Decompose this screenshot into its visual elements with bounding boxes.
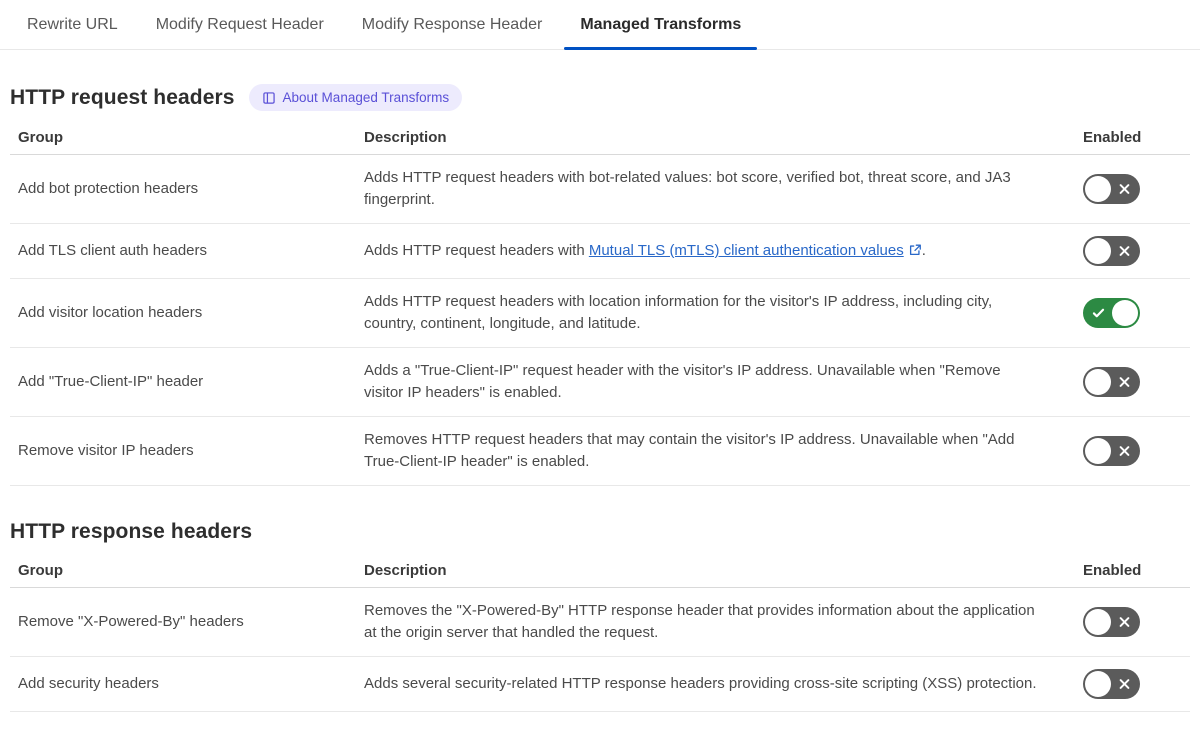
response-headers-table-body: Remove "X-Powered-By" headers Removes th…	[10, 588, 1190, 712]
column-header-group: Group	[18, 129, 63, 146]
book-icon	[262, 91, 275, 104]
group-cell: Add TLS client auth headers	[18, 242, 208, 259]
x-icon	[1119, 617, 1130, 627]
tab-bar: Rewrite URL Modify Request Header Modify R…	[0, 0, 1200, 50]
group-cell: Add visitor location headers	[18, 304, 203, 321]
toggle-knob	[1085, 238, 1111, 264]
table-row: Add security headers Adds several securi…	[10, 657, 1190, 712]
group-cell: Add bot protection headers	[18, 180, 199, 197]
request-headers-table: Group Description Enabled Add bot protec…	[10, 123, 1190, 486]
enabled-cell	[1083, 367, 1190, 397]
request-headers-table-body: Add bot protection headers Adds HTTP req…	[10, 155, 1190, 486]
toggle-add-bot-protection-headers[interactable]	[1083, 174, 1140, 204]
column-header-enabled: Enabled	[1083, 562, 1142, 579]
toggle-remove-visitor-ip-headers[interactable]	[1083, 436, 1140, 466]
table-row: Add bot protection headers Adds HTTP req…	[10, 155, 1190, 224]
column-header-description: Description	[364, 129, 447, 146]
table-row: Add visitor location headers Adds HTTP r…	[10, 279, 1190, 348]
x-icon	[1119, 377, 1130, 387]
description-cell: Adds a "True-Client-IP" request header w…	[364, 362, 1001, 401]
x-icon	[1119, 184, 1130, 194]
response-headers-section-head: HTTP response headers	[10, 520, 1190, 544]
enabled-cell	[1083, 298, 1190, 328]
x-icon	[1119, 246, 1130, 256]
x-icon	[1119, 446, 1130, 456]
toggle-knob	[1085, 176, 1111, 202]
check-icon	[1092, 308, 1105, 318]
toggle-remove-x-powered-by-headers[interactable]	[1083, 607, 1140, 637]
column-header-description: Description	[364, 562, 447, 579]
enabled-cell	[1083, 669, 1190, 699]
response-headers-title: HTTP response headers	[10, 520, 253, 543]
table-header-row: Group Description Enabled	[10, 123, 1190, 155]
about-managed-transforms-badge[interactable]: About Managed Transforms	[248, 84, 463, 111]
tab-rewrite-url[interactable]: Rewrite URL	[11, 0, 134, 49]
tab-managed-transforms[interactable]: Managed Transforms	[564, 0, 758, 50]
table-header-row: Group Description Enabled	[10, 556, 1190, 588]
request-headers-title: HTTP request headers	[10, 85, 235, 109]
toggle-knob	[1085, 438, 1111, 464]
enabled-cell	[1083, 174, 1190, 204]
group-cell: Add "True-Client-IP" header	[18, 373, 204, 390]
response-headers-table: Group Description Enabled Remove "X-Powe…	[10, 556, 1190, 712]
mutual-tls-mtls-client-authentication-values-link[interactable]: Mutual TLS (mTLS) client authentication …	[589, 242, 904, 259]
description-cell: Adds HTTP request headers with Mutual TL…	[364, 242, 926, 259]
toggle-knob	[1085, 609, 1111, 635]
table-row: Add TLS client auth headers Adds HTTP re…	[10, 224, 1190, 279]
toggle-knob	[1112, 300, 1138, 326]
request-headers-section-head: HTTP request headers About Managed Trans…	[10, 84, 1190, 111]
description-cell: Adds HTTP request headers with bot-relat…	[364, 169, 1011, 208]
table-row: Remove visitor IP headers Removes HTTP r…	[10, 417, 1190, 486]
external-link-icon	[909, 244, 921, 256]
description-cell: Adds several security-related HTTP respo…	[364, 675, 1037, 692]
column-header-enabled: Enabled	[1083, 129, 1142, 146]
badge-label: About Managed Transforms	[282, 90, 450, 105]
table-row: Add "True-Client-IP" header Adds a "True…	[10, 348, 1190, 417]
column-header-group: Group	[18, 562, 63, 579]
group-cell: Remove "X-Powered-By" headers	[18, 613, 244, 630]
toggle-add-security-headers[interactable]	[1083, 669, 1140, 699]
description-cell: Removes the "X-Powered-By" HTTP response…	[364, 602, 1035, 641]
tab-modify-request-header[interactable]: Modify Request Header	[140, 0, 340, 49]
toggle-add-true-client-ip-header[interactable]	[1083, 367, 1140, 397]
tab-modify-response-header[interactable]: Modify Response Header	[346, 0, 559, 49]
toggle-knob	[1085, 671, 1111, 697]
description-cell: Adds HTTP request headers with location …	[364, 293, 993, 332]
group-cell: Remove visitor IP headers	[18, 442, 194, 459]
description-cell: Removes HTTP request headers that may co…	[364, 431, 1015, 470]
x-icon	[1119, 679, 1130, 689]
toggle-add-visitor-location-headers[interactable]	[1083, 298, 1140, 328]
managed-transforms-page: HTTP request headers About Managed Trans…	[0, 84, 1200, 712]
enabled-cell	[1083, 607, 1190, 637]
toggle-add-tls-client-auth-headers[interactable]	[1083, 236, 1140, 266]
enabled-cell	[1083, 236, 1190, 266]
group-cell: Add security headers	[18, 675, 159, 692]
toggle-knob	[1085, 369, 1111, 395]
table-row: Remove "X-Powered-By" headers Removes th…	[10, 588, 1190, 657]
enabled-cell	[1083, 436, 1190, 466]
